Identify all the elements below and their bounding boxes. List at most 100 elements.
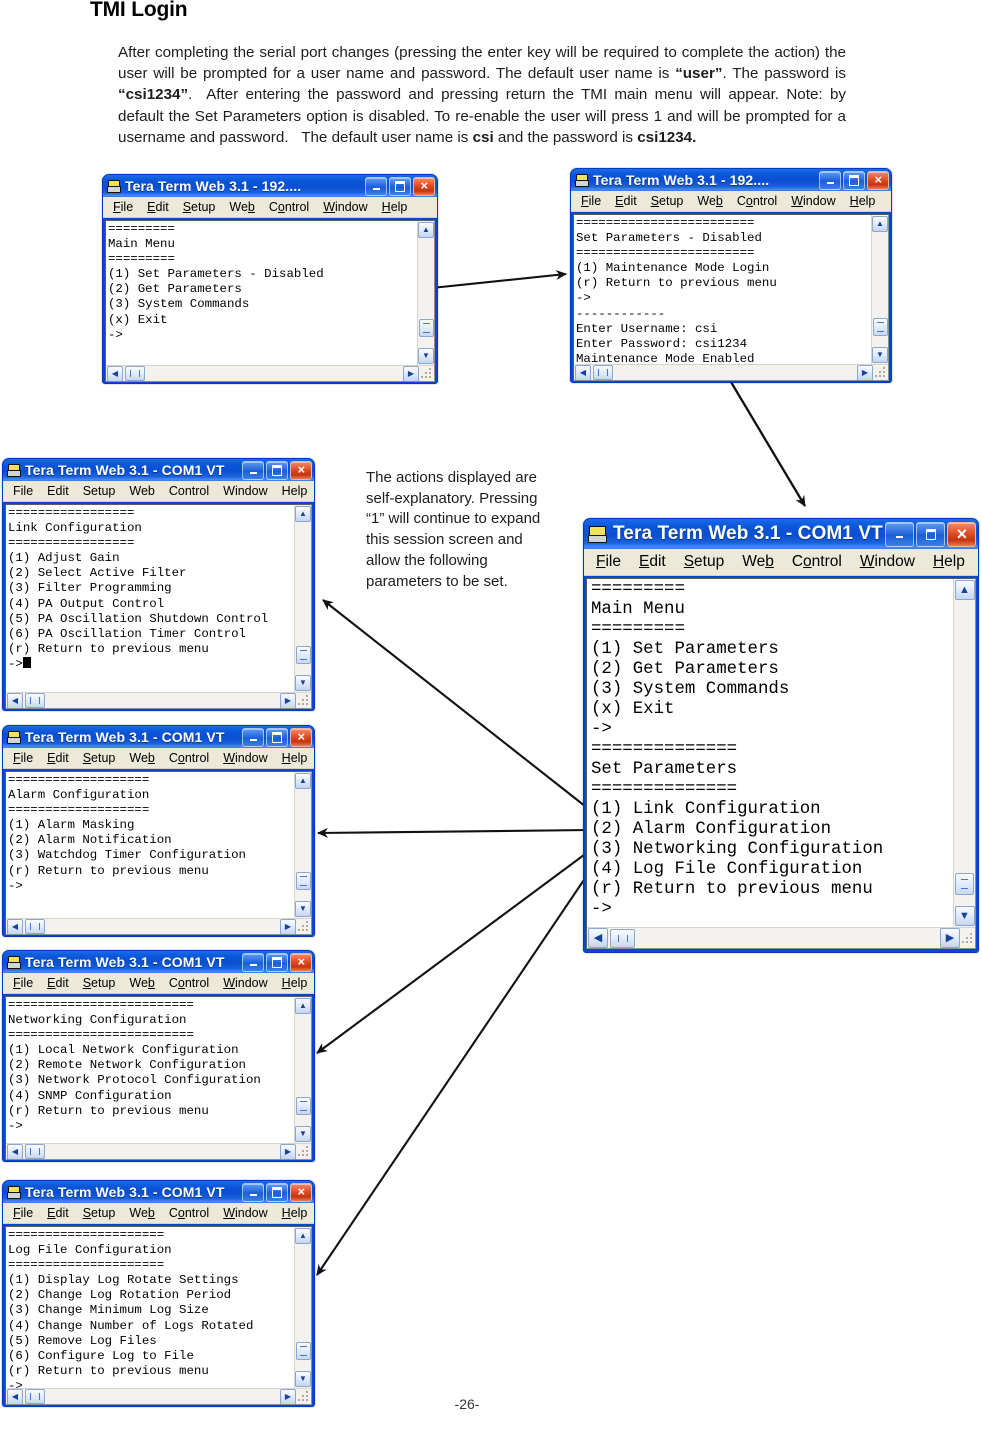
scroll-down-icon[interactable]: ▼ <box>872 347 888 363</box>
menu-item-help[interactable]: Help <box>924 553 974 571</box>
menu-item-setup[interactable]: Setup <box>176 200 223 214</box>
resize-grip[interactable] <box>297 920 310 933</box>
window-controls[interactable]: × <box>242 1182 312 1202</box>
title-bar[interactable]: Tera Term Web 3.1 - COM1 VT × <box>584 519 978 549</box>
menu-item-help[interactable]: Help <box>275 976 314 990</box>
resize-grip[interactable] <box>297 1390 310 1403</box>
vertical-scroll-thumb[interactable] <box>872 318 888 336</box>
vertical-scrollbar[interactable]: ▲ ▼ <box>871 215 888 364</box>
menu-item-edit[interactable]: Edit <box>40 976 76 990</box>
menu-item-edit[interactable]: Edit <box>140 200 176 214</box>
scroll-left-icon[interactable]: ◀ <box>7 1143 23 1159</box>
minimize-button[interactable] <box>819 170 841 190</box>
menu-item-file[interactable]: File <box>6 1206 40 1220</box>
horizontal-scroll-thumb[interactable] <box>25 919 45 934</box>
scroll-right-icon[interactable]: ▶ <box>280 1143 296 1159</box>
scroll-right-icon[interactable]: ▶ <box>280 1388 296 1404</box>
menu-item-help[interactable]: Help <box>275 1206 314 1220</box>
maximize-button[interactable] <box>266 1182 288 1202</box>
menu-item-window[interactable]: Window <box>216 976 274 990</box>
window-controls[interactable]: × <box>885 521 976 547</box>
horizontal-scrollbar[interactable]: ◀ ▶ <box>6 1143 311 1159</box>
scroll-up-icon[interactable]: ▲ <box>295 773 311 789</box>
menu-item-control[interactable]: Control <box>262 200 316 214</box>
horizontal-scrollbar[interactable]: ◀ ▶ <box>6 692 311 708</box>
scroll-up-icon[interactable]: ▲ <box>872 216 888 232</box>
menu-item-control[interactable]: Control <box>162 976 216 990</box>
scroll-right-icon[interactable]: ▶ <box>280 918 296 934</box>
resize-grip[interactable] <box>874 366 887 379</box>
menu-item-help[interactable]: Help <box>843 194 883 208</box>
scroll-down-icon[interactable]: ▼ <box>295 1126 311 1142</box>
vertical-scroll-thumb[interactable] <box>295 1342 311 1360</box>
scroll-down-icon[interactable]: ▼ <box>295 675 311 691</box>
menu-item-web[interactable]: Web <box>690 194 729 208</box>
close-button[interactable]: × <box>947 521 976 547</box>
window-controls[interactable]: × <box>819 170 889 190</box>
menu-item-control[interactable]: Control <box>162 751 216 765</box>
vertical-scrollbar[interactable]: ▲ ▼ <box>294 1227 311 1388</box>
menu-item-help[interactable]: Help <box>275 751 314 765</box>
resize-grip[interactable] <box>420 367 433 380</box>
close-button[interactable]: × <box>290 727 312 747</box>
menu-item-window[interactable]: Window <box>216 751 274 765</box>
menu-item-setup[interactable]: Setup <box>76 976 123 990</box>
menu-item-file[interactable]: File <box>6 976 40 990</box>
menu-bar[interactable]: File Edit Setup Web Control Window Help <box>103 197 437 218</box>
title-bar[interactable]: Tera Term Web 3.1 - COM1 VT × <box>3 726 314 748</box>
title-bar[interactable]: Tera Term Web 3.1 - 192.... × <box>103 175 437 197</box>
scroll-left-icon[interactable]: ◀ <box>7 918 23 934</box>
menu-item-edit[interactable]: Edit <box>40 484 76 498</box>
scroll-left-icon[interactable]: ◀ <box>588 928 608 948</box>
vertical-scroll-thumb[interactable] <box>295 1097 311 1115</box>
scroll-down-icon[interactable]: ▼ <box>295 901 311 917</box>
vertical-scroll-thumb[interactable] <box>295 872 311 890</box>
scroll-right-icon[interactable]: ▶ <box>403 365 419 381</box>
menu-item-file[interactable]: File <box>6 484 40 498</box>
terminal-screen[interactable]: ========================= Networking Con… <box>6 997 294 1143</box>
window-controls[interactable]: × <box>242 460 312 480</box>
horizontal-scroll-thumb[interactable] <box>610 928 635 948</box>
close-button[interactable]: × <box>867 170 889 190</box>
menu-item-file[interactable]: File <box>106 200 140 214</box>
minimize-button[interactable] <box>242 460 264 480</box>
menu-item-window[interactable]: Window <box>851 553 924 571</box>
scroll-right-icon[interactable]: ▶ <box>280 692 296 708</box>
menu-item-web[interactable]: Web <box>122 751 161 765</box>
menu-item-edit[interactable]: Edit <box>40 1206 76 1220</box>
minimize-button[interactable] <box>242 952 264 972</box>
scroll-up-icon[interactable]: ▲ <box>295 998 311 1014</box>
maximize-button[interactable] <box>916 521 945 547</box>
terminal-screen[interactable]: ========= Main Menu ========= (1) Set Pa… <box>106 221 417 365</box>
terminal-screen[interactable]: ===================== Log File Configura… <box>6 1227 294 1388</box>
horizontal-scrollbar[interactable]: ◀ ▶ <box>6 1388 311 1404</box>
vertical-scrollbar[interactable]: ▲ ▼ <box>294 505 311 692</box>
menu-item-web[interactable]: Web <box>122 976 161 990</box>
horizontal-scroll-thumb[interactable] <box>125 366 145 381</box>
window-controls[interactable]: × <box>242 952 312 972</box>
menu-item-setup[interactable]: Setup <box>76 484 123 498</box>
horizontal-scroll-thumb[interactable] <box>593 365 613 380</box>
scroll-left-icon[interactable]: ◀ <box>107 365 123 381</box>
menu-item-control[interactable]: Control <box>162 484 216 498</box>
scroll-right-icon[interactable]: ▶ <box>857 364 873 380</box>
window-link-configuration[interactable]: Tera Term Web 3.1 - COM1 VT × File Edit … <box>2 458 315 711</box>
menu-item-control[interactable]: Control <box>730 194 784 208</box>
vertical-scrollbar[interactable]: ▲ ▼ <box>417 221 434 365</box>
terminal-screen[interactable]: ================= Link Configuration ===… <box>6 505 294 692</box>
maximize-button[interactable] <box>389 176 411 196</box>
menu-item-web[interactable]: Web <box>733 553 783 571</box>
window-set-parameters-maintenance-login[interactable]: Tera Term Web 3.1 - 192.... × File Edit … <box>570 168 892 383</box>
menu-item-web[interactable]: Web <box>222 200 261 214</box>
vertical-scrollbar[interactable]: ▲ ▼ <box>953 579 975 927</box>
resize-grip[interactable] <box>297 694 310 707</box>
maximize-button[interactable] <box>266 952 288 972</box>
scroll-left-icon[interactable]: ◀ <box>7 692 23 708</box>
window-networking-configuration[interactable]: Tera Term Web 3.1 - COM1 VT × File Edit … <box>2 950 315 1162</box>
window-log-file-configuration[interactable]: Tera Term Web 3.1 - COM1 VT × File Edit … <box>2 1180 315 1407</box>
menu-item-window[interactable]: Window <box>784 194 842 208</box>
horizontal-scrollbar[interactable]: ◀ ▶ <box>574 364 888 380</box>
close-button[interactable]: × <box>290 1182 312 1202</box>
menu-item-control[interactable]: Control <box>162 1206 216 1220</box>
menu-item-control[interactable]: Control <box>783 553 851 571</box>
